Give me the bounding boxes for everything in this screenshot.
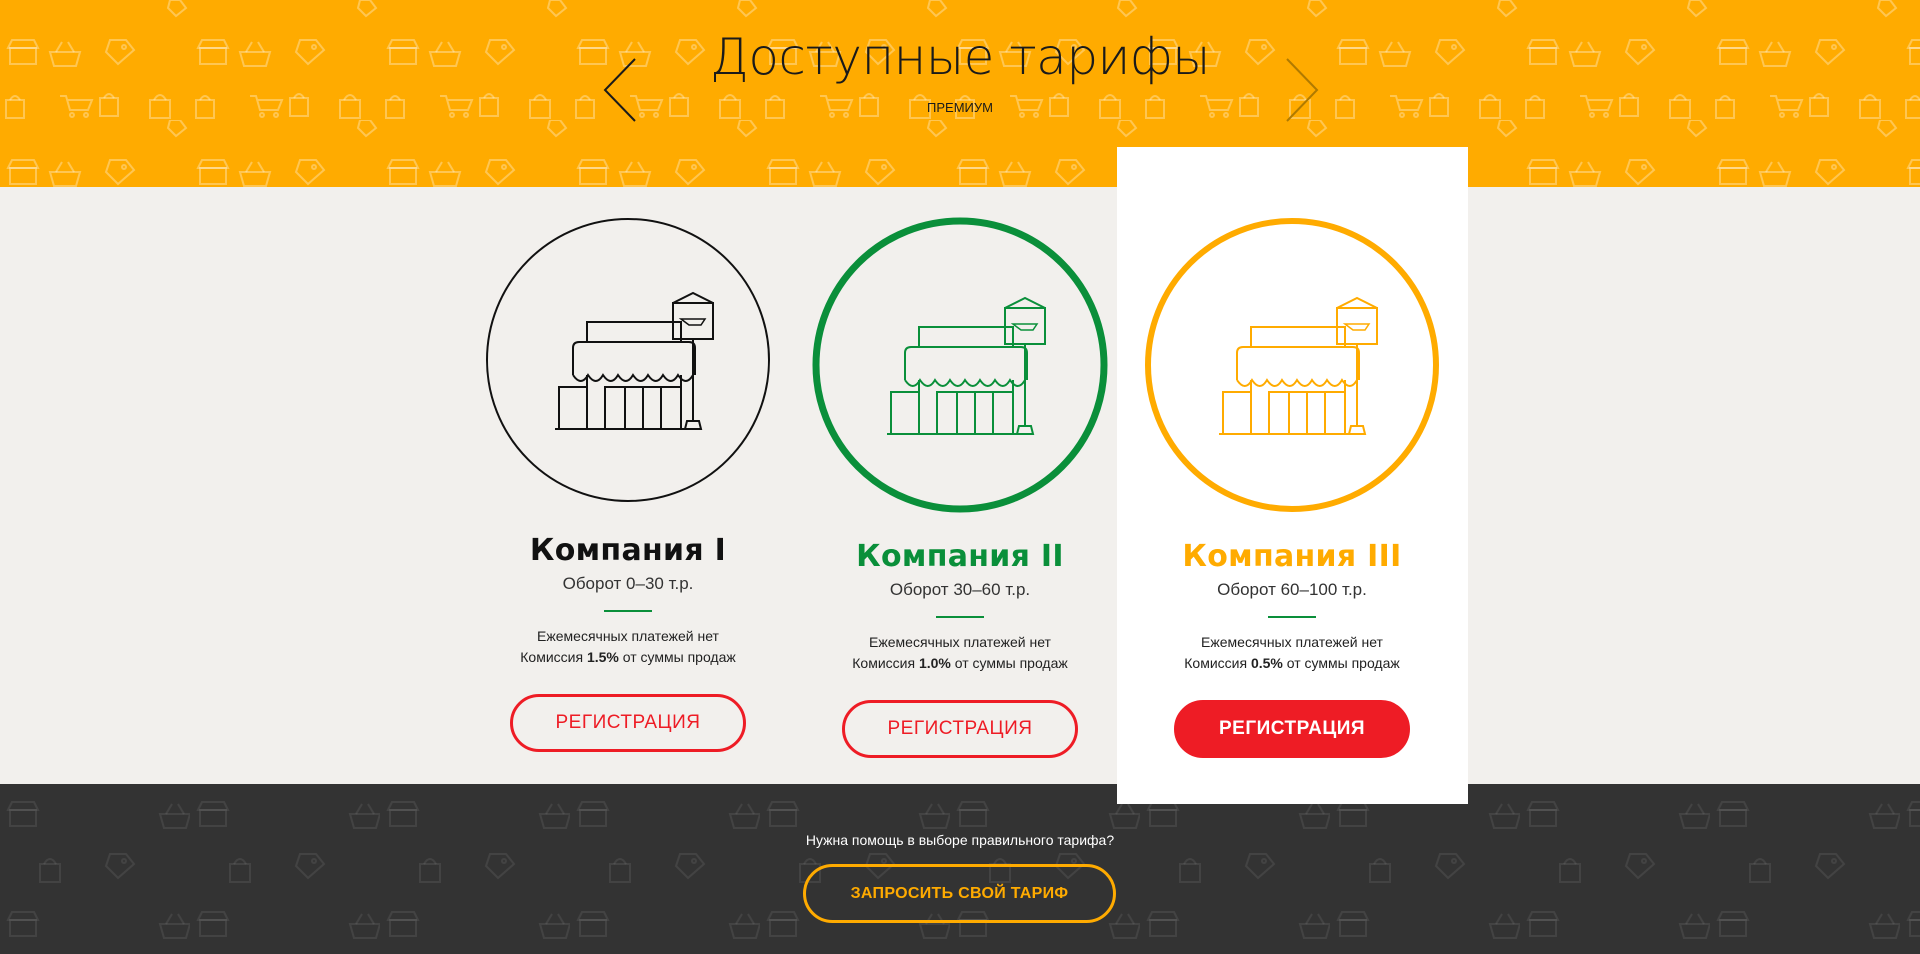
commission-value: 0.5% bbox=[1250, 655, 1283, 671]
register-button[interactable]: РЕГИСТРАЦИЯ bbox=[842, 700, 1078, 758]
divider bbox=[604, 610, 652, 612]
chevron-right-icon[interactable] bbox=[1281, 57, 1321, 123]
commission-prefix: Комиссия bbox=[1184, 655, 1248, 671]
plan-description: Ежемесячных платежей нет Комиссия 1.5% о… bbox=[468, 626, 788, 668]
divider bbox=[936, 616, 984, 618]
shop-icon bbox=[1145, 218, 1439, 512]
commission-suffix: от суммы продаж bbox=[954, 655, 1068, 671]
commission-suffix: от суммы продаж bbox=[1286, 655, 1400, 671]
help-text: Нужна помощь в выборе правильного тарифа… bbox=[805, 832, 1115, 848]
plan-card-3: Компания III Оборот 60–100 т.р. Ежемесяч… bbox=[1132, 215, 1452, 758]
plan-commission: Комиссия 1.0% от суммы продаж bbox=[800, 653, 1120, 674]
plan-monthly: Ежемесячных платежей нет bbox=[537, 628, 719, 644]
plan-name: Компания II bbox=[856, 539, 1064, 574]
page-title: Доступные тарифы bbox=[710, 28, 1210, 86]
commission-prefix: Комиссия bbox=[520, 649, 584, 665]
plan-name: Компания I bbox=[529, 533, 727, 568]
page-subtitle: ПРЕМИУМ bbox=[927, 100, 993, 115]
commission-value: 1.5% bbox=[586, 649, 619, 665]
plan-turnover: Оборот 0–30 т.р. bbox=[562, 574, 694, 593]
shop-icon bbox=[486, 218, 770, 502]
footer-band: Нужна помощь в выборе правильного тарифа… bbox=[0, 784, 1920, 954]
commission-suffix: от суммы продаж bbox=[622, 649, 736, 665]
plan-name: Компания III bbox=[1182, 539, 1402, 574]
register-button[interactable]: РЕГИСТРАЦИЯ bbox=[510, 694, 746, 752]
commission-value: 1.0% bbox=[918, 655, 951, 671]
plan-card-1: Компания I Оборот 0–30 т.р. Ежемесячных … bbox=[468, 215, 788, 752]
chevron-left-icon[interactable] bbox=[601, 57, 641, 123]
plan-turnover: Оборот 60–100 т.р. bbox=[1217, 580, 1367, 599]
commission-prefix: Комиссия bbox=[852, 655, 916, 671]
register-button[interactable]: РЕГИСТРАЦИЯ bbox=[1174, 700, 1410, 758]
plan-monthly: Ежемесячных платежей нет bbox=[1201, 634, 1383, 650]
plan-card-2: Компания II Оборот 30–60 т.р. Ежемесячны… bbox=[800, 215, 1120, 758]
divider bbox=[1268, 616, 1316, 618]
plan-monthly: Ежемесячных платежей нет bbox=[869, 634, 1051, 650]
plan-turnover: Оборот 30–60 т.р. bbox=[889, 580, 1031, 599]
header-band: Доступные тарифы ПРЕМИУМ bbox=[0, 0, 1920, 187]
shop-icon bbox=[812, 217, 1108, 513]
plan-description: Ежемесячных платежей нет Комиссия 0.5% о… bbox=[1132, 632, 1452, 674]
plan-commission: Комиссия 0.5% от суммы продаж bbox=[1132, 653, 1452, 674]
plan-commission: Комиссия 1.5% от суммы продаж bbox=[468, 647, 788, 668]
request-plan-button[interactable]: ЗАПРОСИТЬ СВОЙ ТАРИФ bbox=[803, 864, 1116, 923]
plan-description: Ежемесячных платежей нет Комиссия 1.0% о… bbox=[800, 632, 1120, 674]
